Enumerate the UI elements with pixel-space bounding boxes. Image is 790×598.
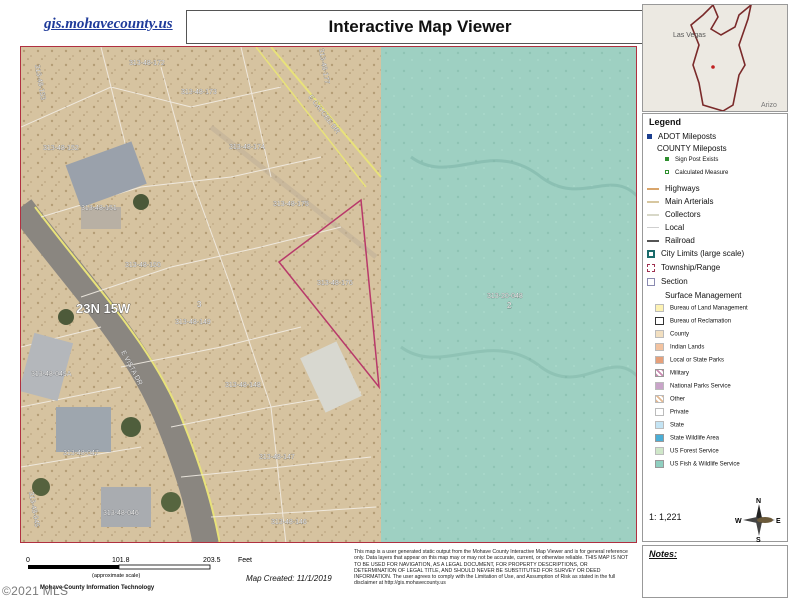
scale-tick: 203.5	[203, 557, 221, 564]
square-icon	[655, 408, 664, 416]
parcel-label: 313-48-147	[259, 454, 295, 461]
overview-map[interactable]: Las Vegas Arizo	[642, 4, 788, 112]
legend-item: Railroad	[647, 236, 695, 245]
legend-item: City Limits (large scale)	[647, 249, 744, 258]
legend-item: Township/Range	[647, 263, 720, 272]
section-number: 2	[507, 301, 512, 310]
parcel-label: 313-20-048	[487, 293, 523, 300]
legend-item: State	[655, 421, 684, 429]
hatch-icon	[655, 369, 664, 377]
scale-tick: 101.8	[112, 557, 130, 564]
legend-item: Local	[647, 223, 684, 232]
square-icon	[655, 343, 664, 351]
square-icon	[655, 330, 664, 338]
scale-unit: Feet	[238, 557, 252, 564]
legend-item: Surface Management	[665, 291, 742, 300]
legend-item: Highways	[647, 184, 700, 193]
square-icon	[665, 170, 669, 175]
square-icon	[655, 447, 664, 455]
square-icon	[655, 317, 664, 325]
page-title: Interactive Map Viewer	[328, 17, 512, 36]
legend-item: National Parks Service	[655, 382, 731, 390]
parcel-label: 313-48-174	[229, 144, 265, 151]
compass-s: S	[756, 537, 761, 542]
legend-item: Sign Post Exists	[665, 157, 718, 163]
legend-item: Other	[655, 395, 685, 403]
parcel-label: 313-48-149	[175, 319, 211, 326]
line-icon	[647, 200, 659, 203]
square-icon	[655, 460, 664, 468]
legend-item: Collectors	[647, 210, 701, 219]
parcel-label: 313-48-046	[103, 510, 139, 517]
legend-item: Indian Lands	[655, 343, 704, 351]
square-icon	[655, 382, 664, 390]
legend-item: COUNTY Mileposts	[657, 144, 727, 153]
legend-title: Legend	[649, 117, 682, 127]
parcel-label: 313-48-049A	[31, 371, 72, 378]
legend-item: Private	[655, 408, 689, 416]
hatch-icon	[655, 395, 664, 403]
legend-item: US Fish & Wildlife Service	[655, 460, 740, 468]
legend-item: Local or State Parks	[655, 356, 724, 364]
disclaimer-text: This map is a user generated static outp…	[354, 549, 629, 587]
legend-item: Bureau of Reclamation	[655, 317, 731, 325]
legend-item: State Wildlife Area	[655, 434, 719, 442]
notes-panel: Notes:	[642, 545, 788, 598]
compass-w: W	[735, 518, 742, 525]
parcel-label: 313-48-176	[317, 280, 353, 287]
compass-e: E	[776, 518, 781, 525]
parcel-label: 313-48-172	[129, 60, 165, 67]
parcel-label: 313-48-151	[81, 205, 117, 212]
overview-city-label: Arizo	[761, 102, 777, 109]
parcel-label: 313-48-150	[125, 262, 161, 269]
square-icon	[647, 263, 655, 272]
square-icon	[665, 157, 669, 162]
square-icon	[655, 421, 664, 429]
parcel-label: 313-48-146	[271, 519, 307, 526]
legend-item: Calculated Measure	[665, 170, 728, 176]
legend-panel: Legend ADOT Mileposts COUNTY Mileposts S…	[642, 113, 788, 542]
map-header: gis.mohavecounty.us Interactive Map View…	[20, 4, 654, 46]
township-label: 23N 15W	[76, 301, 131, 316]
square-icon	[655, 356, 664, 364]
line-icon	[647, 213, 659, 216]
copyright-watermark: ©2021 MLS	[2, 584, 69, 598]
legend-item: US Forest Service	[655, 447, 719, 455]
parcel-label: 313-48-148	[225, 382, 261, 389]
parcel-label: 313-48-152	[43, 145, 79, 152]
map-scale: 1: 1,221	[649, 512, 682, 522]
map-created-date: Map Created: 11/1/2019	[246, 574, 332, 583]
map-view[interactable]: 313-48-172 313-48-173 313-48-177 313-48-…	[20, 46, 637, 543]
square-icon	[647, 134, 652, 140]
square-icon	[655, 434, 664, 442]
railroad-icon	[647, 239, 659, 242]
compass-icon: N S E W	[735, 498, 781, 542]
site-link[interactable]: gis.mohavecounty.us	[44, 16, 173, 33]
legend-item: Bureau of Land Management	[655, 304, 748, 312]
map-footer: 0 101.8 203.5 Feet (approximate scale) M…	[20, 545, 638, 598]
overview-place-label: Las Vegas	[673, 32, 706, 39]
compass-n: N	[756, 498, 761, 505]
map-canvas[interactable]: 313-48-172 313-48-173 313-48-177 313-48-…	[21, 47, 637, 543]
square-icon	[647, 277, 655, 286]
legend-item: Main Arterials	[647, 197, 713, 206]
square-icon	[647, 249, 655, 258]
scale-note: (approximate scale)	[92, 573, 140, 579]
legend-item: County	[655, 330, 689, 338]
scale-tick: 0	[26, 557, 30, 564]
parcel-label: 313-48-173	[181, 89, 217, 96]
line-icon	[647, 187, 659, 190]
square-icon	[655, 304, 664, 312]
legend-item: ADOT Mileposts	[647, 132, 716, 141]
overview-canvas: Las Vegas Arizo	[643, 5, 787, 111]
line-icon	[647, 227, 659, 229]
parcel-label: 313-48-175	[273, 201, 309, 208]
legend-item: Section	[647, 277, 688, 286]
notes-label: Notes:	[649, 549, 678, 559]
legend-item: Military	[655, 369, 689, 377]
parcel-label: 313-48-047	[63, 450, 99, 457]
section-number: 3	[197, 300, 202, 309]
